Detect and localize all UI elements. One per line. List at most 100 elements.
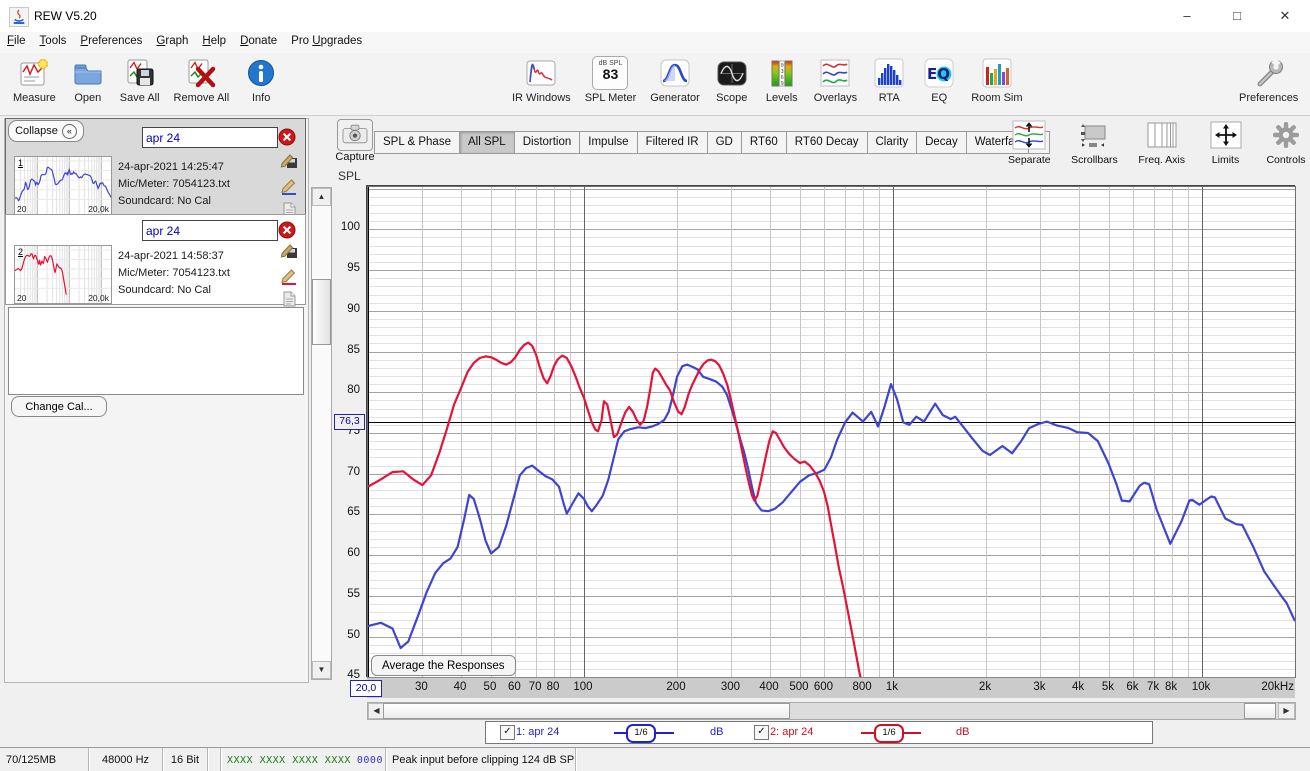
- measure-label: Measure: [13, 92, 56, 104]
- tab-rt60-decay[interactable]: RT60 Decay: [786, 131, 868, 154]
- measurement-2-notes-icon[interactable]: [280, 290, 298, 308]
- x-tick-label: 600: [813, 681, 834, 693]
- toolbar-button-remove-all[interactable]: Remove All: [174, 55, 229, 104]
- measurement-notes-input[interactable]: [8, 307, 304, 395]
- toolbar-button-levels[interactable]: 0 3 6 9 Levels: [764, 55, 800, 104]
- menu-item-help[interactable]: Help: [195, 32, 233, 50]
- measurement-2-save-icon[interactable]: [280, 241, 298, 259]
- freq-axis-button[interactable]: Freq. Axis: [1138, 118, 1185, 166]
- measurement-panel-2[interactable]: 2 20 20,0k 24-apr-2021 14:58:37 Mic/Mete…: [5, 214, 306, 308]
- tab-distortion[interactable]: Distortion: [514, 131, 581, 154]
- toolbar-button-generator[interactable]: Generator: [650, 55, 700, 104]
- capture-button[interactable]: [337, 119, 373, 151]
- x-tick-label: 4k: [1071, 681, 1085, 693]
- controls-button[interactable]: Controls: [1266, 118, 1306, 166]
- measurement-1-thumbnail[interactable]: 1 20 20,0k: [14, 156, 112, 215]
- tab-impulse[interactable]: Impulse: [580, 131, 638, 154]
- limits-button[interactable]: Limits: [1206, 118, 1246, 166]
- x-tick-label: 100: [573, 681, 593, 693]
- measure-icon: [16, 55, 52, 91]
- scroll-right-icon[interactable]: ▶: [1278, 703, 1295, 719]
- tab-all-spl[interactable]: All SPL: [459, 131, 515, 154]
- frequency-scrollbar-thumb[interactable]: [383, 703, 790, 719]
- toolbar-button-measure[interactable]: Measure: [13, 55, 56, 104]
- y-axis-title: SPL: [338, 169, 361, 183]
- save-all-label: Save All: [119, 92, 160, 104]
- toolbar-button-rta[interactable]: RTA: [871, 55, 907, 104]
- toolbar-button-scope[interactable]: Scope: [714, 55, 750, 104]
- rew-window: REW V5.20 – □ ✕ File Tools Preferences Grap…: [0, 0, 1310, 771]
- tab-decay[interactable]: Decay: [917, 131, 967, 154]
- menu-item-pro-upgrades[interactable]: Pro Upgrades: [284, 32, 369, 50]
- tab-filtered-ir[interactable]: Filtered IR: [637, 131, 708, 154]
- trace-2-smoothing-button[interactable]: 1/6: [874, 724, 904, 743]
- change-cal-button[interactable]: Change Cal...: [11, 396, 107, 417]
- thumb-xmin-label: 20: [17, 293, 27, 303]
- measurement-2-delete-button[interactable]: [278, 221, 296, 239]
- generator-icon: [657, 55, 693, 91]
- measurement-1-delete-button[interactable]: [278, 128, 296, 146]
- overlays-icon: [817, 55, 853, 91]
- separate-button[interactable]: Separate: [1008, 118, 1051, 166]
- rta-icon: [871, 55, 907, 91]
- close-button[interactable]: ✕: [1262, 0, 1308, 32]
- scrollbars-button[interactable]: Scrollbars: [1071, 118, 1118, 166]
- collapse-button[interactable]: Collapse «: [8, 120, 84, 142]
- x-tick-label: 1k: [885, 681, 899, 693]
- scroll-up-icon[interactable]: ▲: [312, 188, 331, 206]
- measurement-1-save-icon[interactable]: [280, 151, 298, 169]
- toolbar-button-save-all[interactable]: Save All: [120, 55, 160, 104]
- tab-clarity[interactable]: Clarity: [867, 131, 918, 154]
- x-tick-label: 10k: [1191, 681, 1211, 693]
- open-label: Open: [74, 92, 102, 104]
- menu-item-file[interactable]: File: [0, 32, 33, 50]
- trace-1-smoothing-button[interactable]: 1/6: [626, 724, 656, 743]
- y-tick-label: 65: [347, 506, 360, 519]
- y-tick-label: 70: [347, 465, 360, 478]
- tab-rt60[interactable]: RT60: [741, 131, 787, 154]
- rta-label: RTA: [878, 92, 900, 104]
- toolbar-button-overlays[interactable]: Overlays: [814, 55, 857, 104]
- measurement-1-trace-pencil-icon[interactable]: [280, 177, 298, 195]
- x-tick-label: 500: [789, 681, 809, 693]
- menu-item-preferences[interactable]: Preferences: [73, 32, 149, 50]
- minimize-button[interactable]: –: [1164, 0, 1210, 32]
- measurement-1-datetime: 24-apr-2021 14:25:47: [118, 161, 224, 173]
- measurement-2-mic: Mic/Meter: 7054123.txt: [118, 267, 230, 279]
- tab-gd[interactable]: GD: [707, 131, 742, 154]
- status-input-levels: XXXX XXXX XXXX XXXX 0000 0000: [221, 748, 386, 771]
- measurement-2-trace-pencil-icon[interactable]: [280, 267, 298, 285]
- menu-item-tools[interactable]: Tools: [33, 32, 74, 50]
- menu-item-graph[interactable]: Graph: [149, 32, 195, 50]
- preferences-label: Preferences: [1239, 92, 1299, 104]
- spl-plot-area[interactable]: [367, 186, 1296, 678]
- y-tick-label: 80: [347, 384, 360, 397]
- freq-axis-label: Freq. Axis: [1138, 154, 1185, 166]
- menu-item-donate[interactable]: Donate: [233, 32, 284, 50]
- measurement-2-thumbnail[interactable]: 2 20 20,0k: [14, 245, 112, 304]
- save-all-icon: [122, 55, 158, 91]
- frequency-scrollbar[interactable]: ◀ ▶: [367, 702, 1296, 720]
- preferences-icon: [1251, 55, 1287, 91]
- ir-windows-icon: [523, 55, 559, 91]
- trace-2-checkbox[interactable]: ✓: [754, 725, 769, 740]
- toolbar-button-eq[interactable]: EQ EQ: [921, 55, 957, 104]
- x-tick-label: 7k: [1147, 681, 1160, 693]
- toolbar-button-spl-meter[interactable]: dB SPL 83 SPL Meter: [584, 55, 637, 104]
- toolbar-button-open[interactable]: Open: [70, 55, 106, 104]
- toolbar-button-ir-windows[interactable]: IR Windows: [512, 55, 571, 104]
- x-tick-label: 800: [852, 681, 872, 693]
- frequency-scrollbar-thumb-right[interactable]: [1244, 703, 1276, 719]
- measurement-2-name-input[interactable]: [142, 220, 278, 241]
- svg-text:EQ: EQ: [927, 65, 950, 83]
- toolbar-button-room-sim[interactable]: Room Sim: [971, 55, 1023, 104]
- spl-meter-label: SPL Meter: [584, 92, 637, 104]
- maximize-button[interactable]: □: [1214, 0, 1260, 32]
- toolbar-button-info[interactable]: Info: [243, 55, 279, 104]
- limits-icon: [1206, 118, 1246, 152]
- average-responses-button[interactable]: Average the Responses: [371, 655, 516, 676]
- toolbar-button-preferences[interactable]: Preferences: [1239, 55, 1298, 104]
- measurement-1-name-input[interactable]: [142, 127, 278, 148]
- tab-spl-phase[interactable]: SPL & Phase: [374, 131, 460, 154]
- trace-1-checkbox[interactable]: ✓: [500, 725, 515, 740]
